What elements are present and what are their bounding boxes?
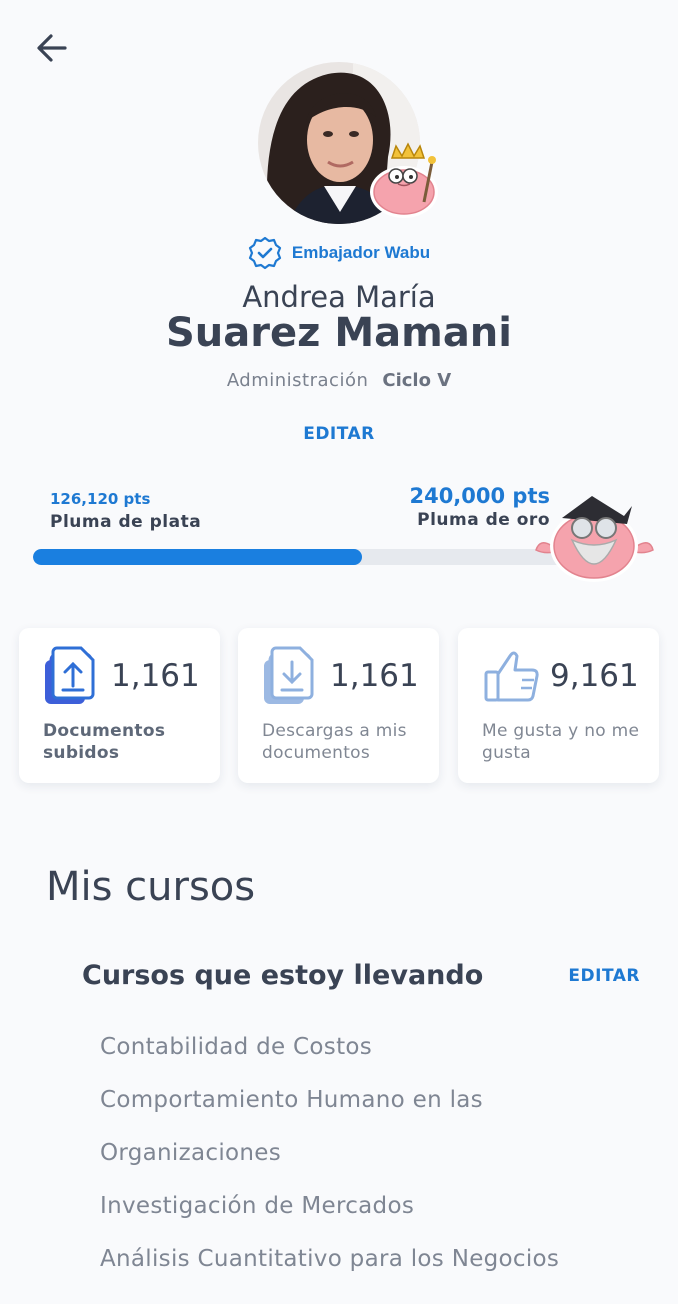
back-button[interactable]	[30, 26, 74, 70]
verified-badge-icon	[248, 236, 281, 270]
stat-card-likes[interactable]: 9,161 Me gusta y no me gusta	[458, 628, 659, 783]
career-row: Administración Ciclo V	[0, 370, 678, 391]
course-item[interactable]: Comportamiento Humano en las	[100, 1074, 640, 1127]
current-points: 126,120 pts	[50, 490, 151, 508]
edit-courses-button[interactable]: EDITAR	[568, 966, 640, 986]
downloads-count: 1,161	[330, 658, 419, 694]
edit-profile-button[interactable]: EDITAR	[0, 424, 678, 444]
ambassador-badge: Embajador Wabu	[0, 236, 678, 270]
current-courses-title: Cursos que estoy llevando	[82, 960, 484, 991]
ambassador-label: Embajador Wabu	[291, 243, 431, 262]
avatar-section	[258, 62, 448, 232]
document-upload-icon	[45, 646, 95, 704]
brain-king-mascot-icon	[362, 142, 452, 232]
stat-card-uploads[interactable]: 1,161 Documentos subidos	[19, 628, 220, 783]
progress-fill	[33, 549, 363, 565]
last-name: Suarez Mamani	[166, 310, 512, 356]
course-item[interactable]: Análisis Cuantitativo para los Negocios	[100, 1233, 640, 1286]
target-points: 240,000 pts	[409, 484, 550, 508]
arrow-left-icon	[37, 34, 67, 62]
course-item[interactable]: Investigación de Mercados	[100, 1180, 640, 1233]
course-item[interactable]: Contabilidad de Costos	[100, 1021, 640, 1074]
document-download-icon	[264, 646, 314, 704]
target-level-name: Pluma de oro	[417, 510, 550, 530]
uploads-count: 1,161	[111, 658, 200, 694]
thumbs-up-icon	[484, 651, 539, 702]
likes-count: 9,161	[550, 658, 639, 694]
first-name: Andrea María	[242, 280, 436, 314]
stat-card-downloads[interactable]: 1,161 Descargas a mis documentos	[238, 628, 439, 783]
downloads-label: Descargas a mis documentos	[262, 721, 407, 763]
courses-section-title: Mis cursos	[46, 864, 256, 910]
target-level: 240,000 pts Pluma de oro	[409, 484, 550, 530]
cycle-label: Ciclo V	[382, 370, 452, 391]
progress-bar	[33, 549, 573, 565]
wizard-mascot-icon	[532, 488, 657, 588]
uploads-label: Documentos subidos	[43, 721, 166, 763]
career-label: Administración	[226, 370, 369, 391]
course-list: Contabilidad de Costos Comportamiento Hu…	[100, 1021, 640, 1286]
current-level-name: Pluma de plata	[50, 512, 202, 532]
course-item[interactable]: Organizaciones	[100, 1127, 640, 1180]
likes-label: Me gusta y no me gusta	[482, 721, 640, 763]
current-level: 126,120 pts Pluma de plata	[50, 490, 201, 532]
